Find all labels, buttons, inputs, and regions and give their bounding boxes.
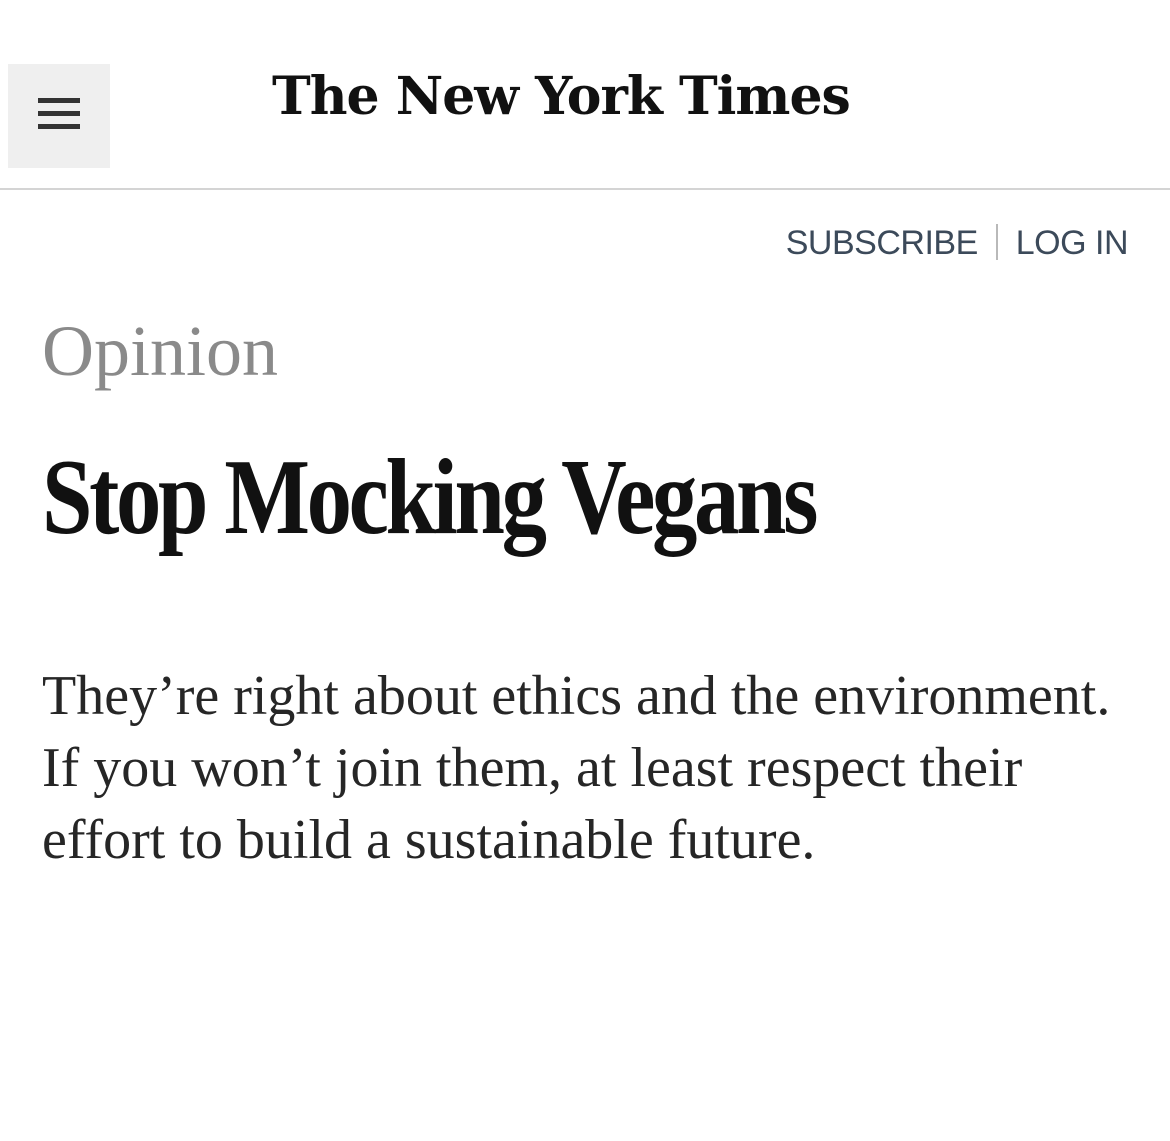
subscribe-link[interactable]: SUBSCRIBE [786,224,979,262]
masthead-logo[interactable]: The New York Times [272,66,912,128]
article-headline: Stop Mocking Vegans [42,438,818,557]
link-divider [995,224,998,260]
login-link[interactable]: LOG IN [1016,224,1129,262]
section-label[interactable]: Opinion [42,311,278,391]
article-summary: They’re right about ethics and the envir… [42,665,1111,871]
top-navigation-bar: The New York Times [0,0,1170,190]
account-links: SUBSCRIBE LOG IN [786,224,1129,262]
menu-button[interactable] [8,64,110,168]
